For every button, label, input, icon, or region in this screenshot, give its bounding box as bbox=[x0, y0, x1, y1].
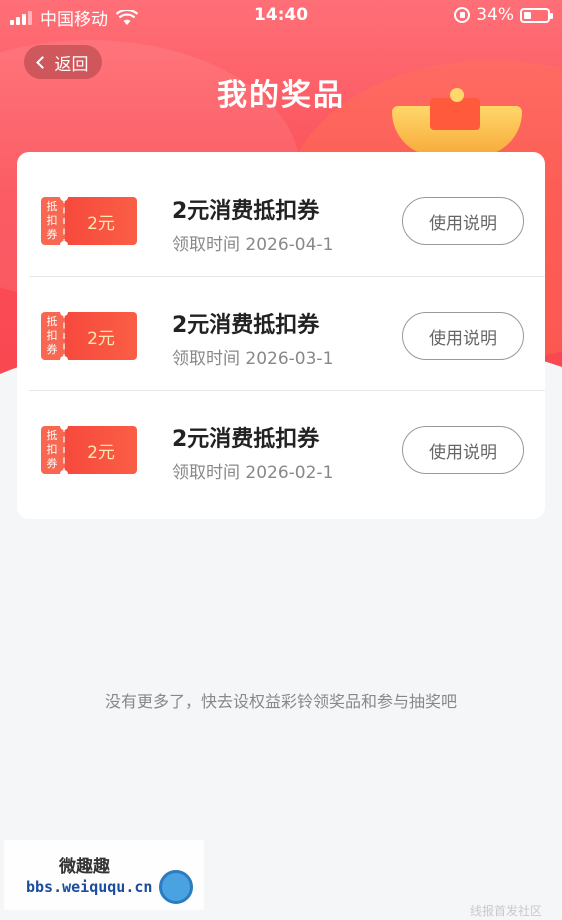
prize-row: 抵扣券 2元 2元消费抵扣券 领取时间 2026-02-1 使用说明 bbox=[29, 390, 545, 504]
coupon-icon: 抵扣券 2元 bbox=[41, 422, 137, 478]
prize-date: 领取时间 2026-03-1 bbox=[172, 349, 334, 369]
usage-instructions-button[interactable]: 使用说明 bbox=[402, 197, 524, 245]
watermark-logo: 微趣趣 bbs.weiququ.cn bbox=[4, 840, 204, 910]
prize-title: 2元消费抵扣券 bbox=[172, 199, 320, 224]
coupon-value: 2元 bbox=[60, 308, 137, 364]
mascot-icon bbox=[159, 870, 193, 904]
prize-date: 领取时间 2026-02-1 bbox=[172, 463, 334, 483]
status-bar: 中国移动 14:40 34% bbox=[0, 0, 562, 34]
watermark-corner: 线报首发社区 bbox=[469, 904, 542, 918]
prize-row: 抵扣券 2元 2元消费抵扣券 领取时间 2026-03-1 使用说明 bbox=[29, 276, 545, 390]
coupon-badge: 抵扣券 bbox=[41, 197, 65, 245]
prize-title: 2元消费抵扣券 bbox=[172, 427, 320, 452]
coupon-value: 2元 bbox=[60, 193, 137, 249]
watermark-name: 微趣趣 bbox=[59, 857, 110, 877]
coupon-icon: 抵扣券 2元 bbox=[41, 193, 137, 249]
coupon-icon: 抵扣券 2元 bbox=[41, 308, 137, 364]
coupon-value: 2元 bbox=[60, 422, 137, 478]
empty-hint: 没有更多了，快去设权益彩铃领奖品和参与抽奖吧 bbox=[104, 692, 457, 711]
coupon-badge: 抵扣券 bbox=[41, 426, 65, 474]
usage-instructions-button[interactable]: 使用说明 bbox=[402, 312, 524, 360]
battery-icon bbox=[520, 7, 553, 23]
rotation-lock-icon bbox=[454, 7, 471, 23]
watermark-url: bbs.weiququ.cn bbox=[26, 878, 153, 896]
chevron-left-icon bbox=[35, 55, 49, 69]
prize-date: 领取时间 2026-04-1 bbox=[172, 235, 334, 255]
battery-percent: 34% bbox=[476, 5, 514, 25]
usage-instructions-button[interactable]: 使用说明 bbox=[402, 426, 524, 474]
prize-list: 抵扣券 2元 2元消费抵扣券 领取时间 2026-04-1 使用说明 抵扣券 2… bbox=[17, 152, 545, 519]
prize-title: 2元消费抵扣券 bbox=[172, 313, 320, 338]
coupon-badge: 抵扣券 bbox=[41, 312, 65, 360]
gift-illustration bbox=[392, 86, 522, 156]
prize-row: 抵扣券 2元 2元消费抵扣券 领取时间 2026-04-1 使用说明 bbox=[29, 152, 545, 266]
